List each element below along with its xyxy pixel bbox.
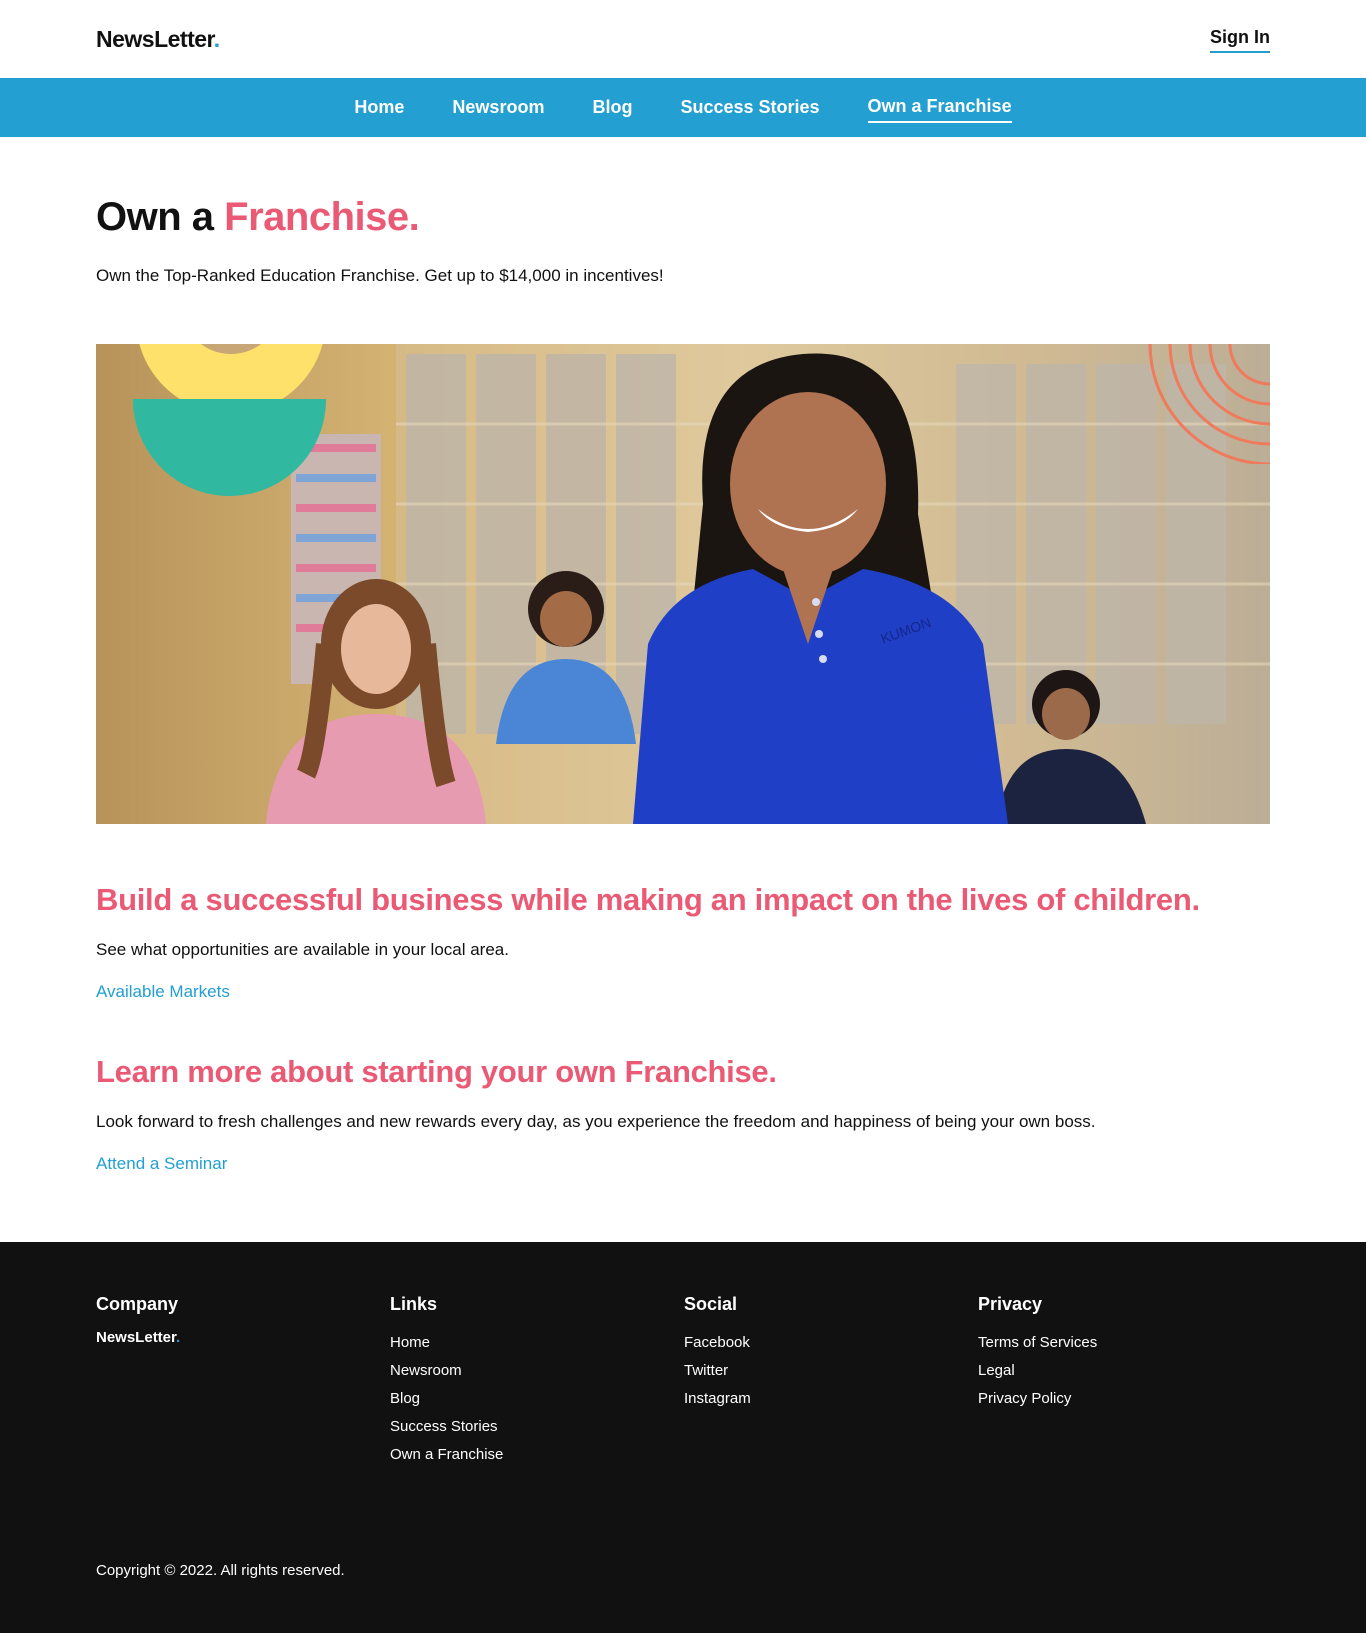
- footer-link-terms[interactable]: Terms of Services: [978, 1329, 1097, 1357]
- copyright-text: Copyright © 2022. All rights reserved.: [96, 1562, 345, 1579]
- nav-item-own-a-franchise[interactable]: Own a Franchise: [867, 92, 1012, 123]
- footer-links-column: Links Home Newsroom Blog Success Stories…: [390, 1294, 503, 1469]
- footer-company-column: Company NewsLetter.: [96, 1294, 180, 1346]
- main-content: Own a Franchise. Own the Top-Ranked Educ…: [0, 195, 1366, 1174]
- student-child-figure: [996, 670, 1146, 824]
- page-title-accent: Franchise.: [224, 195, 420, 239]
- footer-logo-text: NewsLetter: [96, 1329, 177, 1346]
- section-text: See what opportunities are available in …: [96, 940, 509, 959]
- nav-item-home[interactable]: Home: [354, 93, 404, 122]
- page-title-plain: Own a: [96, 195, 225, 239]
- section-text: Look forward to fresh challenges and new…: [96, 1112, 1096, 1131]
- section-impact: Build a successful business while making…: [96, 882, 1270, 1002]
- footer-heading-company: Company: [96, 1294, 179, 1314]
- section-title: Learn more about starting your own Franc…: [96, 1054, 777, 1089]
- footer-link-blog[interactable]: Blog: [390, 1385, 503, 1413]
- footer-link-legal[interactable]: Legal: [978, 1357, 1097, 1385]
- page-subtitle: Own the Top-Ranked Education Franchise. …: [96, 266, 664, 285]
- nav-item-success-stories[interactable]: Success Stories: [680, 93, 819, 122]
- footer-link-twitter[interactable]: Twitter: [684, 1357, 751, 1385]
- page-title: Own a Franchise.: [96, 195, 1270, 240]
- footer-link-newsroom[interactable]: Newsroom: [390, 1357, 503, 1385]
- student-girl-figure: [266, 579, 486, 824]
- site-footer: Company NewsLetter. Links Home Newsroom …: [0, 1242, 1366, 1633]
- footer-logo[interactable]: NewsLetter.: [96, 1329, 180, 1346]
- footer-heading-social: Social: [684, 1294, 738, 1314]
- footer-privacy-column: Privacy Terms of Services Legal Privacy …: [978, 1294, 1097, 1413]
- footer-link-own-a-franchise[interactable]: Own a Franchise: [390, 1441, 503, 1469]
- decor-coral-arcs: [1148, 344, 1270, 464]
- footer-link-home[interactable]: Home: [390, 1329, 503, 1357]
- nav-item-blog[interactable]: Blog: [592, 93, 632, 122]
- attend-seminar-link[interactable]: Attend a Seminar: [96, 1154, 227, 1174]
- student-boy-figure: [496, 571, 636, 744]
- section-learn-more: Learn more about starting your own Franc…: [96, 1054, 1270, 1174]
- footer-link-facebook[interactable]: Facebook: [684, 1329, 751, 1357]
- logo-dot: .: [213, 26, 220, 52]
- sign-in-link[interactable]: Sign In: [1210, 27, 1270, 53]
- instructor-figure: KUMON: [633, 353, 1008, 824]
- hero-image: KUMON: [96, 344, 1270, 824]
- main-nav: Home Newsroom Blog Success Stories Own a…: [0, 78, 1366, 137]
- logo-text: NewsLetter: [96, 26, 214, 52]
- footer-link-privacy-policy[interactable]: Privacy Policy: [978, 1385, 1097, 1413]
- footer-heading-links: Links: [390, 1294, 438, 1314]
- footer-logo-dot: .: [176, 1329, 181, 1346]
- section-title: Build a successful business while making…: [96, 882, 1200, 917]
- site-logo[interactable]: NewsLetter.: [96, 26, 220, 53]
- site-header: NewsLetter. Sign In: [0, 0, 1366, 78]
- footer-heading-privacy: Privacy: [978, 1294, 1043, 1314]
- nav-item-newsroom[interactable]: Newsroom: [452, 93, 544, 122]
- footer-link-instagram[interactable]: Instagram: [684, 1385, 751, 1413]
- available-markets-link[interactable]: Available Markets: [96, 982, 230, 1002]
- footer-link-success-stories[interactable]: Success Stories: [390, 1413, 503, 1441]
- footer-social-column: Social Facebook Twitter Instagram: [684, 1294, 751, 1413]
